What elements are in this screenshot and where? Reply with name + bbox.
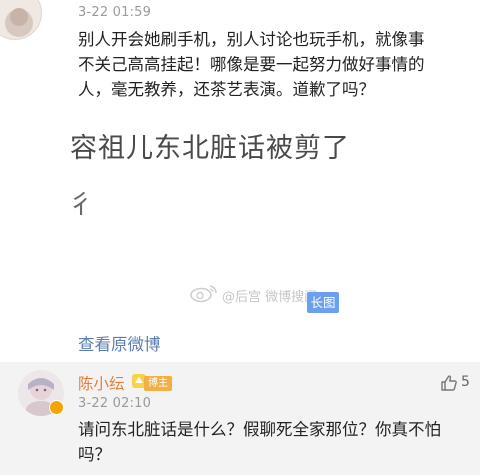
- username[interactable]: 陈小纭: [78, 372, 125, 394]
- weibo-logo-icon: [190, 285, 217, 303]
- comment-text: 请问东北脏话是什么？假聊死全家那位？你真不怕 吗？: [78, 417, 441, 467]
- comment-line: 请问东北脏话是什么？假聊死全家那位？你真不怕: [78, 420, 441, 439]
- verified-badge-icon: [49, 400, 64, 415]
- comment-line: 吗？: [78, 445, 111, 464]
- comment-time: 3-22 02:10: [78, 396, 152, 411]
- image-watermark: @后宫 微博搜问: [222, 290, 318, 305]
- image-caption-fragment: ⼻: [68, 190, 95, 220]
- like-count: 5: [461, 374, 470, 390]
- blogger-tag: 博主: [144, 376, 172, 391]
- comment-time: 3-22 01:59: [78, 5, 152, 20]
- image-caption-text: 容祖儿东北脏话被剪了: [70, 133, 350, 164]
- comment-line: 人，毫无教养，还茶艺表演。道歉了吗？: [78, 80, 375, 99]
- comment-line: 别人开会她刷手机，别人讨论也玩手机，就像事: [78, 30, 425, 49]
- comment-line: 不关己高高挂起！哪像是要一起努力做好事情的: [78, 55, 425, 74]
- view-original-weibo-link[interactable]: 查看原微博: [78, 331, 161, 355]
- comment-text: 别人开会她刷手机，别人讨论也玩手机，就像事 不关己高高挂起！哪像是要一起努力做好…: [78, 27, 425, 102]
- comment-image[interactable]: 容祖儿东北脏话被剪了 ⼻ @后宫 微博搜问 长图: [68, 112, 478, 324]
- thumbs-up-icon[interactable]: [440, 374, 458, 392]
- long-image-badge: 长图: [307, 292, 339, 313]
